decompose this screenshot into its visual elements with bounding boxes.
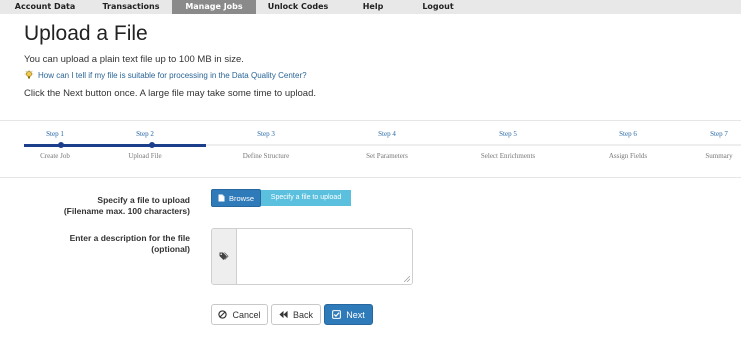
file-icon (218, 194, 225, 202)
browse-button[interactable]: Browse (211, 189, 261, 207)
description-label-line1: Enter a description for the file (69, 233, 190, 243)
browse-button-label: Browse (228, 193, 254, 203)
help-link[interactable]: How can I tell if my file is suitable fo… (24, 70, 307, 80)
description-group (211, 228, 413, 285)
step-5-label: Step 5 (499, 130, 517, 138)
page-title: Upload a File (24, 22, 148, 45)
step-3-label: Step 3 (257, 130, 275, 138)
back-button-label: Back (292, 309, 313, 320)
step-2-label: Step 2 (136, 130, 154, 138)
next-button-label: Next (346, 309, 365, 320)
step-3-name: Define Structure (242, 152, 290, 160)
cancel-button-label: Cancel (232, 309, 261, 320)
cancel-button[interactable]: Cancel (211, 304, 268, 325)
step-5-name: Select Enrichments (480, 152, 536, 160)
step-6-name: Assign Fields (608, 152, 648, 160)
nav-item-transactions[interactable]: Transactions (90, 0, 172, 14)
description-label-line2: (optional) (151, 244, 190, 254)
description-addon (212, 229, 237, 284)
tags-icon (219, 252, 229, 260)
nav-item-unlock-codes[interactable]: Unlock Codes (256, 0, 340, 14)
step-2-name: Upload File (128, 152, 162, 160)
file-upload-label: Specify a file to upload (Filename max. … (40, 195, 190, 217)
progress-stepper: Step 1 Step 2 Step 3 Step 4 Step 5 Step … (0, 126, 741, 166)
step-1-name: Create Job (40, 152, 70, 160)
nav-item-account-data[interactable]: Account Data (0, 0, 90, 14)
lightbulb-icon (24, 70, 34, 79)
step-4-label: Step 4 (378, 130, 396, 138)
divider (0, 120, 741, 121)
instruction-text: Click the Next button once. A large file… (24, 88, 317, 99)
backward-icon (279, 310, 288, 319)
next-button[interactable]: Next (324, 304, 373, 325)
check-square-icon (332, 310, 342, 319)
step-2-dot (149, 141, 155, 148)
step-1-dot (58, 141, 64, 148)
description-textarea[interactable] (237, 229, 412, 284)
nav-item-manage-jobs[interactable]: Manage Jobs (172, 0, 256, 14)
selected-file-field[interactable]: Specify a file to upload (261, 190, 351, 206)
ban-icon (218, 310, 228, 319)
divider (0, 177, 741, 178)
resize-handle-icon[interactable] (404, 276, 410, 282)
back-button[interactable]: Back (271, 304, 321, 325)
file-upload-label-line1: Specify a file to upload (97, 195, 190, 205)
stepper-track-completed (24, 143, 206, 147)
nav-item-help[interactable]: Help (340, 0, 406, 14)
step-7-name: Summary (705, 152, 733, 160)
step-1-label: Step 1 (46, 130, 64, 138)
intro-text: You can upload a plain text file up to 1… (24, 54, 244, 65)
step-6-label: Step 6 (619, 130, 637, 138)
step-7-label: Step 7 (710, 130, 728, 138)
top-nav: Account Data Transactions Manage Jobs Un… (0, 0, 741, 14)
description-label: Enter a description for the file (option… (40, 233, 190, 255)
help-link-text[interactable]: How can I tell if my file is suitable fo… (38, 71, 307, 80)
step-4-name: Set Parameters (366, 152, 408, 160)
file-upload-label-line2: (Filename max. 100 characters) (63, 206, 190, 216)
nav-item-logout[interactable]: Logout (406, 0, 470, 14)
